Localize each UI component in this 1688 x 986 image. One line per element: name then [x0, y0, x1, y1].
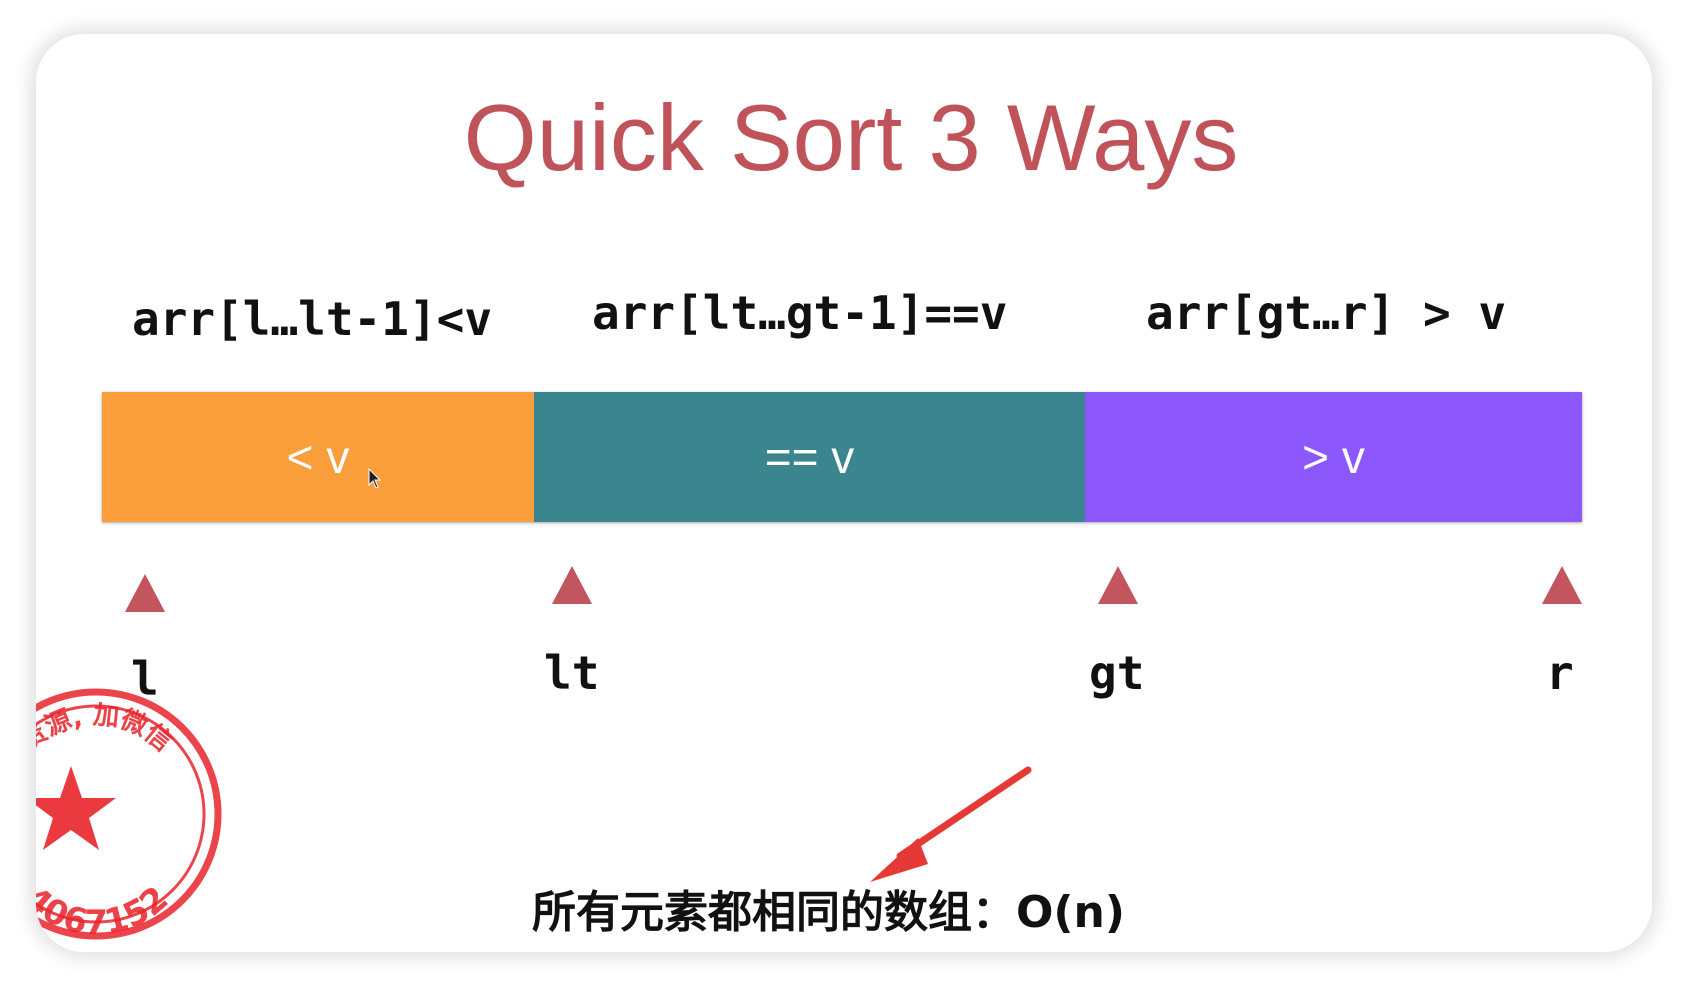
range-label-greater: arr[gt…r] > v	[1146, 286, 1507, 340]
pointer-marker-lt	[552, 566, 592, 604]
segment-greater-label: > v	[1302, 431, 1365, 483]
stamp-bottom-text: 4067152	[36, 879, 176, 943]
segment-less-than: < v	[102, 392, 534, 522]
pointer-label-gt: gt	[1089, 646, 1145, 700]
pointer-label-lt: lt	[544, 646, 600, 700]
range-label-equal: arr[lt…gt-1]==v	[592, 286, 1008, 340]
partition-bar: < v == v > v	[102, 392, 1582, 522]
segment-greater-than: > v	[1085, 392, 1582, 522]
segment-less-label: < v	[286, 431, 350, 483]
page: Quick Sort 3 Ways arr[l…lt-1]<v arr[lt…g…	[0, 0, 1688, 986]
slide: Quick Sort 3 Ways arr[l…lt-1]<v arr[lt…g…	[36, 34, 1652, 952]
complexity-note: 所有元素都相同的数组：O(n)	[532, 887, 1125, 938]
segment-equal: == v	[534, 392, 1085, 522]
pointer-marker-gt	[1098, 566, 1138, 604]
mouse-cursor-icon	[368, 468, 382, 489]
star-icon	[36, 766, 116, 850]
pointer-marker-r	[1542, 566, 1582, 604]
svg-text:4067152: 4067152	[36, 879, 176, 943]
range-label-less: arr[l…lt-1]<v	[132, 292, 493, 346]
segment-equal-label: == v	[764, 431, 855, 483]
pointer-marker-l	[125, 574, 165, 612]
watermark-seal: 资源, 加微信 4067152	[36, 688, 222, 943]
pointer-label-r: r	[1546, 646, 1574, 700]
slide-title: Quick Sort 3 Ways	[463, 85, 1239, 190]
